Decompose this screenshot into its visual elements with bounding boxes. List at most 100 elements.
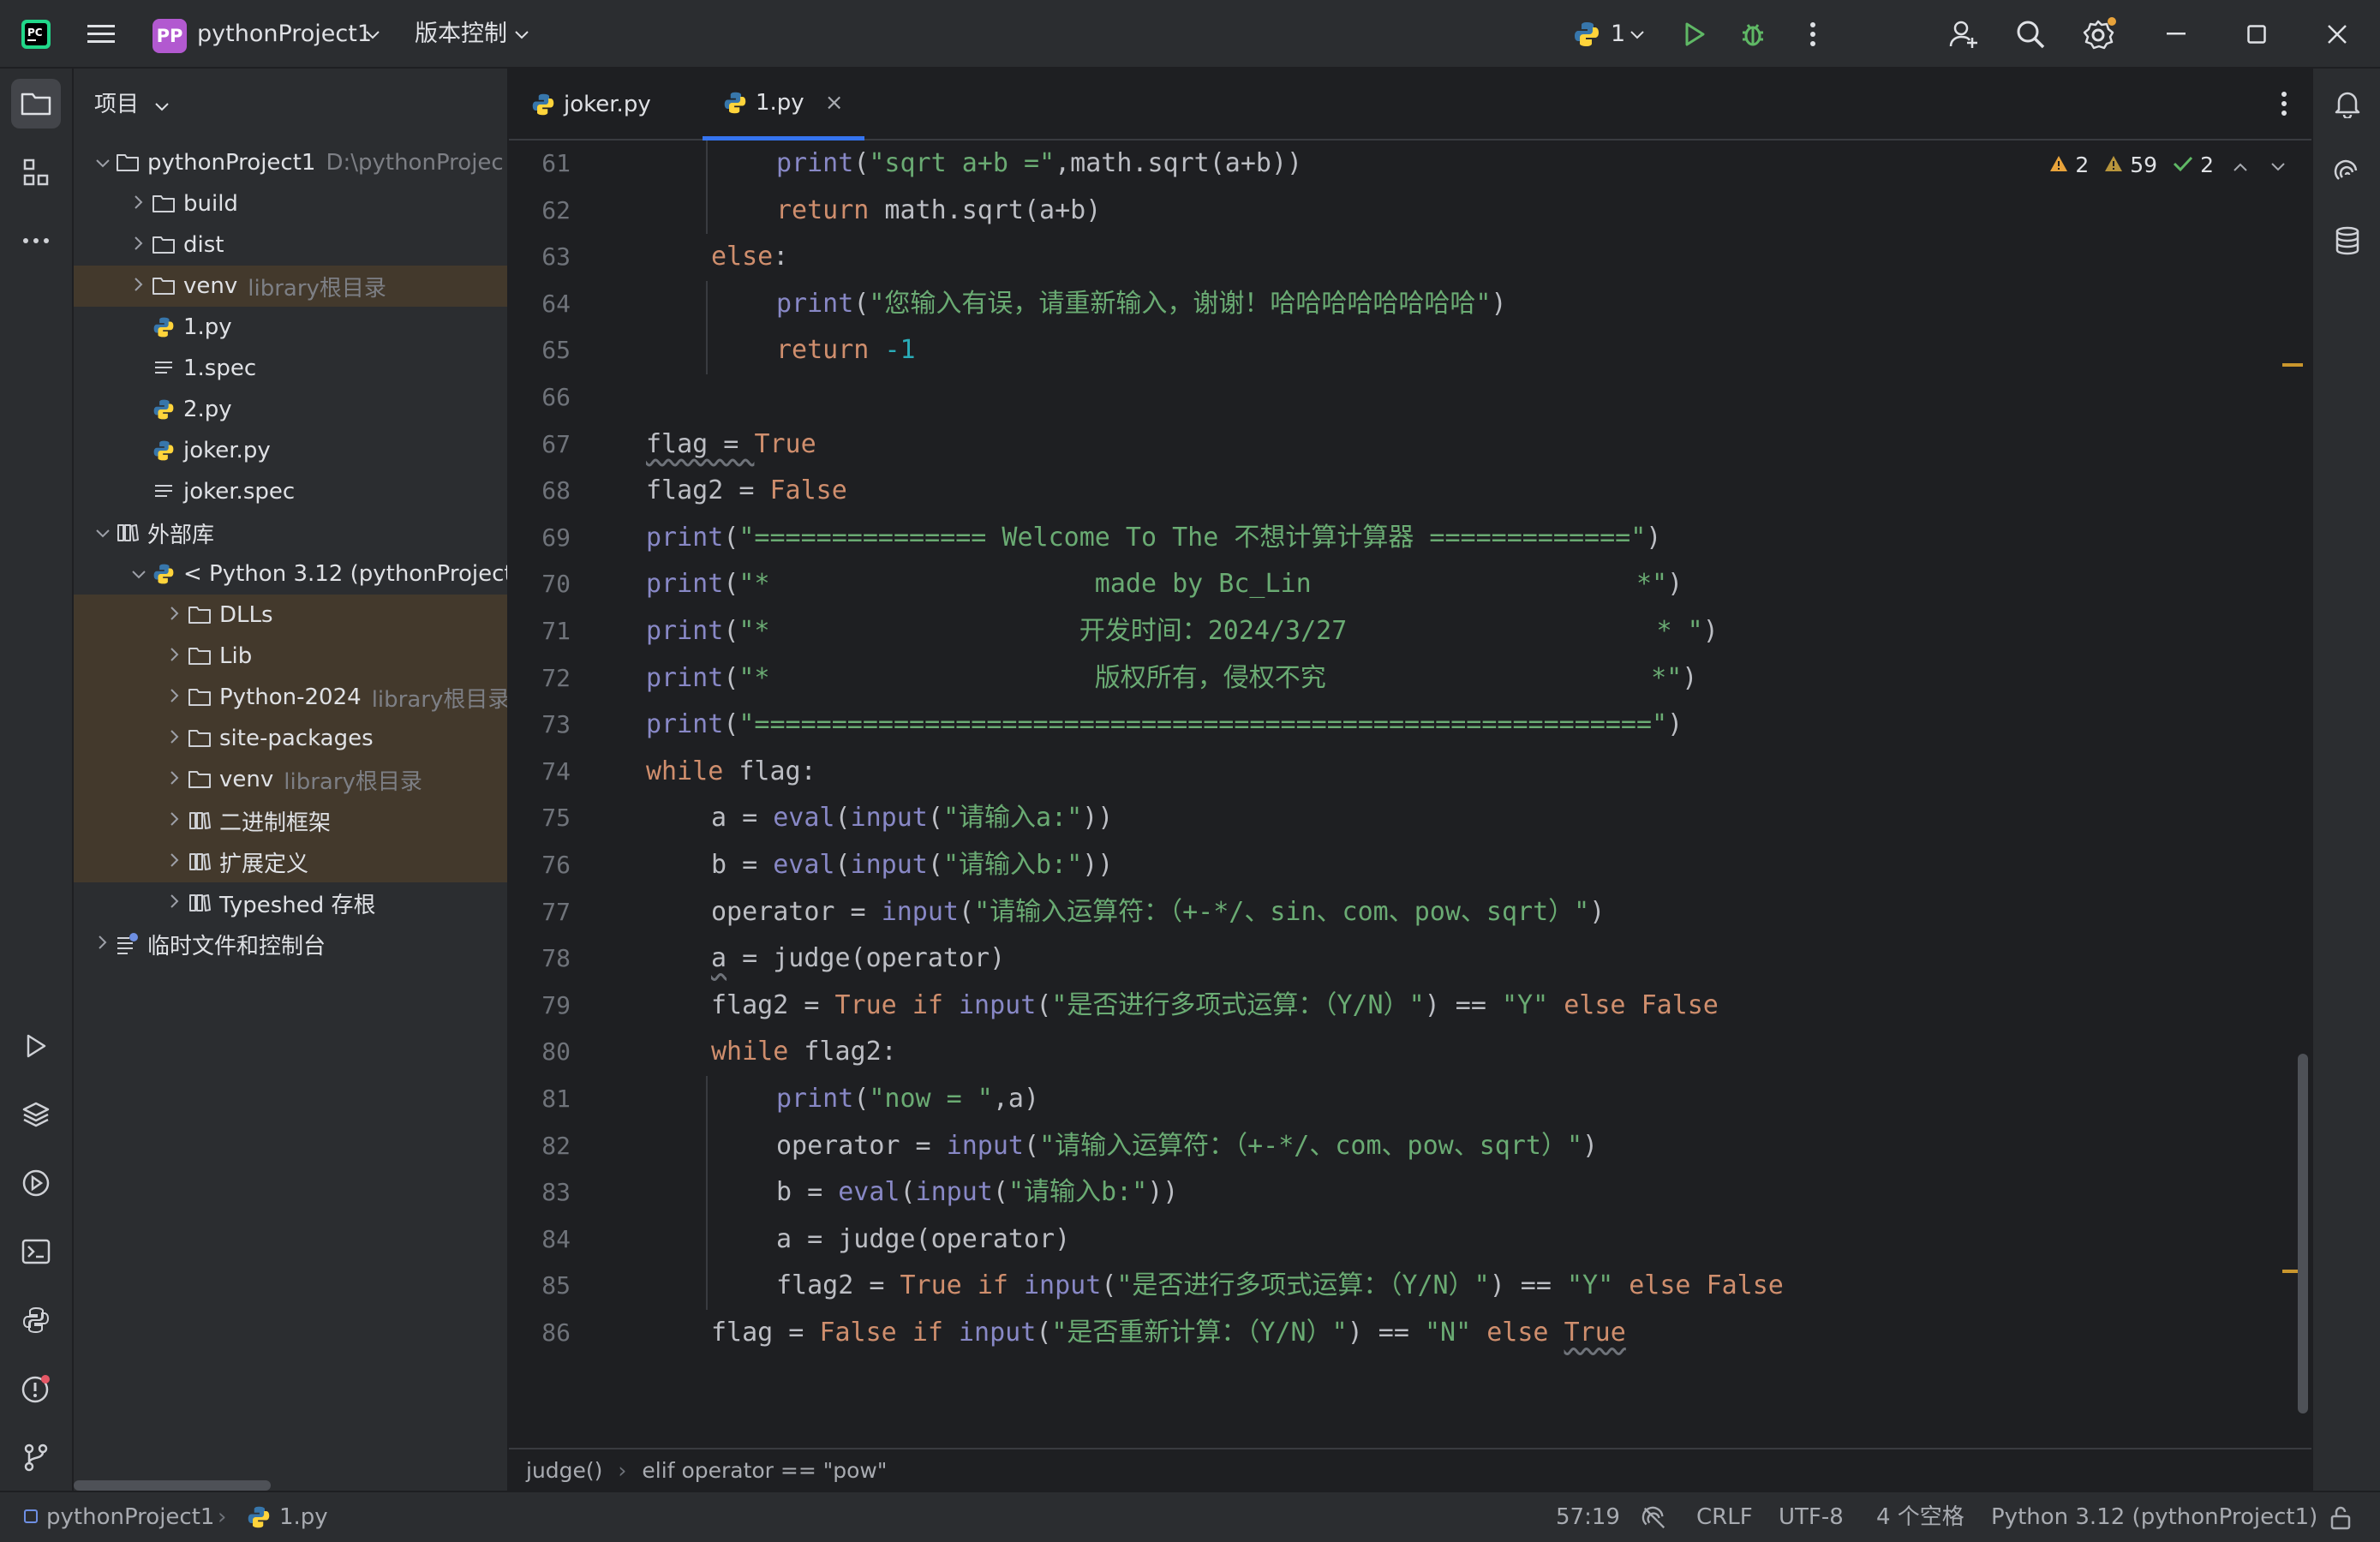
tree-item[interactable]: joker.py <box>74 430 507 471</box>
run-icon[interactable] <box>1677 17 1712 51</box>
problems-icon[interactable] <box>11 1364 61 1414</box>
code-line[interactable]: print("* 开发时间：2024/3/27 * ") <box>646 608 1719 654</box>
tree-item[interactable]: 扩展定义 <box>74 841 507 882</box>
layers-icon[interactable] <box>11 1090 61 1139</box>
tree-item[interactable]: < Python 3.12 (pythonProject1 <box>74 553 507 595</box>
chevron-right-icon[interactable] <box>164 810 185 832</box>
services-icon[interactable] <box>11 1158 61 1208</box>
tree-item[interactable]: 1.py <box>74 307 507 348</box>
vertical-scrollbar[interactable] <box>2298 1054 2308 1414</box>
code-line[interactable]: print("您输入有误，请重新输入，谢谢！哈哈哈哈哈哈哈哈") <box>776 281 1507 327</box>
tree-item[interactable]: 临时文件和控制台 <box>74 923 507 965</box>
code-line[interactable]: flag2 = False <box>646 468 847 514</box>
search-icon[interactable] <box>2012 15 2049 53</box>
project-view-icon[interactable] <box>11 79 61 128</box>
tree-item[interactable]: Python-2024 library根目录 <box>74 677 507 718</box>
code-line[interactable]: return math.sqrt(a+b) <box>776 188 1101 234</box>
ai-assistant-icon[interactable] <box>2323 147 2372 197</box>
code-line[interactable]: while flag2: <box>711 1029 897 1075</box>
scrollbar-thumb[interactable] <box>74 1480 271 1491</box>
code-area[interactable]: print("sqrt a+b =",math.sqrt(a+b)) return… <box>646 140 2274 1417</box>
code-line[interactable]: else: <box>711 234 788 280</box>
code-line[interactable]: b = eval(input("请输入b:")) <box>711 842 1113 888</box>
tree-item[interactable]: site-packages <box>74 718 507 759</box>
chevron-right-icon[interactable] <box>164 687 185 708</box>
file-encoding[interactable]: UTF-8 <box>1779 1492 1844 1542</box>
more-vertical-icon[interactable] <box>2281 91 2287 120</box>
code-line[interactable]: return -1 <box>776 327 916 374</box>
python-console-icon[interactable] <box>11 1295 61 1345</box>
project-panel-header[interactable]: 项目 <box>94 69 170 140</box>
project-name-dropdown[interactable]: pythonProject1 <box>197 0 372 69</box>
chevron-right-icon[interactable] <box>164 605 185 626</box>
vcs-menu[interactable]: 版本控制 <box>415 0 507 69</box>
tree-item[interactable]: 二进制框架 <box>74 800 507 841</box>
tab-1-py[interactable]: 1.py × <box>703 69 864 140</box>
chevron-right-icon[interactable] <box>93 934 113 955</box>
breadcrumb-item[interactable]: elif operator == "pow" <box>642 1458 887 1483</box>
code-line[interactable]: operator = input("请输入运算符：（+-*/、sin、com、p… <box>711 889 1605 935</box>
tab-close-icon[interactable]: × <box>825 90 844 116</box>
more-vertical-icon[interactable] <box>1796 17 1830 51</box>
indent-setting[interactable]: 4 个空格 <box>1876 1492 1964 1542</box>
run-tool-icon[interactable] <box>11 1021 61 1071</box>
ai-off-icon[interactable] <box>1641 1505 1667 1537</box>
settings-icon[interactable] <box>2078 14 2120 55</box>
terminal-icon[interactable] <box>11 1227 61 1276</box>
chevron-right-icon[interactable] <box>164 646 185 667</box>
code-line[interactable]: print("now = ",a) <box>776 1076 1039 1122</box>
code-line[interactable]: flag2 = True if input("是否进行多项式运算：（Y/N）")… <box>776 1263 1784 1309</box>
chevron-down-icon[interactable] <box>93 523 113 544</box>
tree-item[interactable]: 2.py <box>74 389 507 430</box>
status-project[interactable]: pythonProject1 <box>46 1492 214 1542</box>
database-icon[interactable] <box>2323 216 2372 266</box>
code-line[interactable]: print("=============== Welcome To The 不想… <box>646 515 1661 561</box>
debug-icon[interactable] <box>1736 17 1770 51</box>
close-icon[interactable] <box>2320 17 2354 51</box>
chevron-right-icon[interactable] <box>164 852 185 873</box>
chevron-right-icon[interactable] <box>129 235 149 256</box>
minimize-icon[interactable] <box>2159 17 2193 51</box>
warning-marker[interactable] <box>2282 363 2303 367</box>
git-branch-icon[interactable] <box>11 1432 61 1482</box>
code-line[interactable]: a = eval(input("请输入a:")) <box>711 795 1113 841</box>
add-user-icon[interactable] <box>1945 15 1982 53</box>
more-tools-icon[interactable] <box>11 216 61 266</box>
chevron-right-icon[interactable] <box>129 276 149 297</box>
tree-item[interactable]: Typeshed 存根 <box>74 882 507 923</box>
code-line[interactable]: print("* made by Bc_Lin *") <box>646 561 1683 607</box>
chevron-down-icon[interactable] <box>1628 26 1647 45</box>
status-file[interactable]: 1.py <box>279 1492 328 1542</box>
code-line[interactable]: operator = input("请输入运算符：（+-*/、com、pow、s… <box>776 1123 1598 1169</box>
code-line[interactable]: print("* 版权所有，侵权不究 *") <box>646 655 1697 702</box>
chevron-down-icon[interactable] <box>129 564 149 585</box>
chevron-right-icon[interactable] <box>164 769 185 791</box>
chevron-right-icon[interactable] <box>129 194 149 215</box>
chevron-right-icon[interactable] <box>164 728 185 750</box>
notifications-icon[interactable] <box>2323 79 2372 128</box>
tree-item[interactable]: joker.spec <box>74 471 507 512</box>
tree-item[interactable]: DLLs <box>74 595 507 636</box>
chevron-down-icon[interactable] <box>93 152 113 174</box>
python-icon[interactable] <box>1571 19 1602 50</box>
project-badge[interactable]: PP <box>152 19 187 53</box>
structure-icon[interactable] <box>11 147 61 197</box>
code-line[interactable]: a = judge(operator) <box>711 935 1005 982</box>
code-line[interactable]: b = eval(input("请输入b:")) <box>776 1169 1178 1216</box>
breadcrumb-item[interactable]: judge() <box>526 1458 602 1483</box>
tree-item[interactable]: venv library根目录 <box>74 759 507 800</box>
python-interpreter[interactable]: Python 3.12 (pythonProject1) <box>1991 1492 2317 1542</box>
tree-item[interactable]: pythonProject1 D:\pythonProjec <box>74 142 507 183</box>
chevron-right-icon[interactable] <box>164 893 185 914</box>
tree-item[interactable]: dist <box>74 224 507 266</box>
tree-item[interactable]: build <box>74 183 507 224</box>
tree-item[interactable]: venv library根目录 <box>74 266 507 307</box>
tree-item[interactable]: 外部库 <box>74 512 507 553</box>
tree-item[interactable]: 1.spec <box>74 348 507 389</box>
maximize-icon[interactable] <box>2239 17 2274 51</box>
tab-joker-py[interactable]: joker.py <box>531 69 668 140</box>
line-separator[interactable]: CRLF <box>1696 1492 1753 1542</box>
lock-icon[interactable] <box>2329 1505 2353 1537</box>
code-line[interactable]: flag = True <box>646 421 816 468</box>
code-line[interactable]: flag = False if input("是否重新计算：（Y/N）") ==… <box>711 1310 1626 1356</box>
